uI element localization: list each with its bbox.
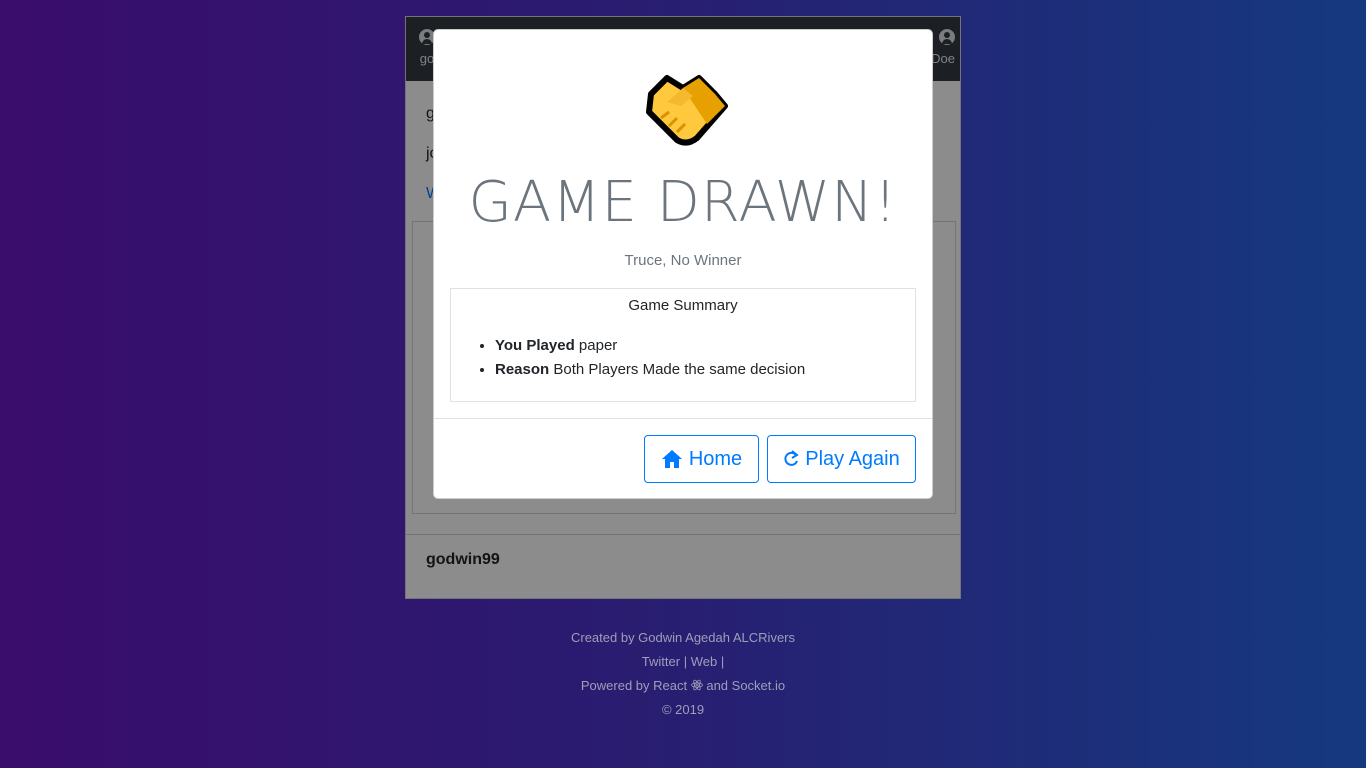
game-result-modal: GAME DRAWN! Truce, No Winner Game Summar… bbox=[433, 29, 933, 499]
play-again-button-label: Play Again bbox=[805, 447, 900, 470]
powered-by: Powered by React and Socket.io bbox=[0, 674, 1366, 698]
summary-value: paper bbox=[578, 337, 618, 354]
powered-suffix: and Socket.io bbox=[706, 678, 786, 693]
twitter-link[interactable]: Twitter bbox=[642, 654, 680, 669]
home-icon bbox=[661, 450, 682, 468]
modal-subtitle: Truce, No Winner bbox=[624, 252, 742, 269]
created-by: Created by Godwin Agedah ALCRivers bbox=[570, 630, 795, 645]
home-button[interactable]: Home bbox=[644, 435, 759, 483]
summary-list: You Played paper Reason Both Players Mad… bbox=[451, 334, 915, 382]
modal-divider bbox=[434, 418, 932, 419]
summary-label: Reason bbox=[495, 361, 550, 378]
summary-label: You Played bbox=[495, 337, 575, 354]
summary-title: Game Summary bbox=[628, 297, 738, 314]
home-button-label: Home bbox=[688, 447, 743, 470]
react-icon bbox=[690, 679, 703, 691]
summary-item: Reason Both Players Made the same decisi… bbox=[495, 358, 915, 382]
summary-item: You Played paper bbox=[495, 334, 915, 358]
site-footer: Created by Godwin Agedah ALCRivers Twitt… bbox=[0, 626, 1366, 722]
footer-links: Twitter | Web | bbox=[641, 654, 725, 669]
refresh-icon bbox=[784, 450, 799, 466]
web-link[interactable]: Web bbox=[691, 654, 718, 669]
summary-value: Both Players Made the same decision bbox=[553, 361, 806, 378]
handshake-icon bbox=[646, 75, 728, 146]
copyright: © 2019 bbox=[661, 702, 705, 717]
play-again-button[interactable]: Play Again bbox=[767, 435, 916, 483]
game-summary: Game Summary You Played paper Reason Bot… bbox=[450, 288, 916, 402]
powered-prefix: Powered by React bbox=[580, 678, 688, 693]
modal-title: GAME DRAWN! bbox=[468, 170, 898, 235]
